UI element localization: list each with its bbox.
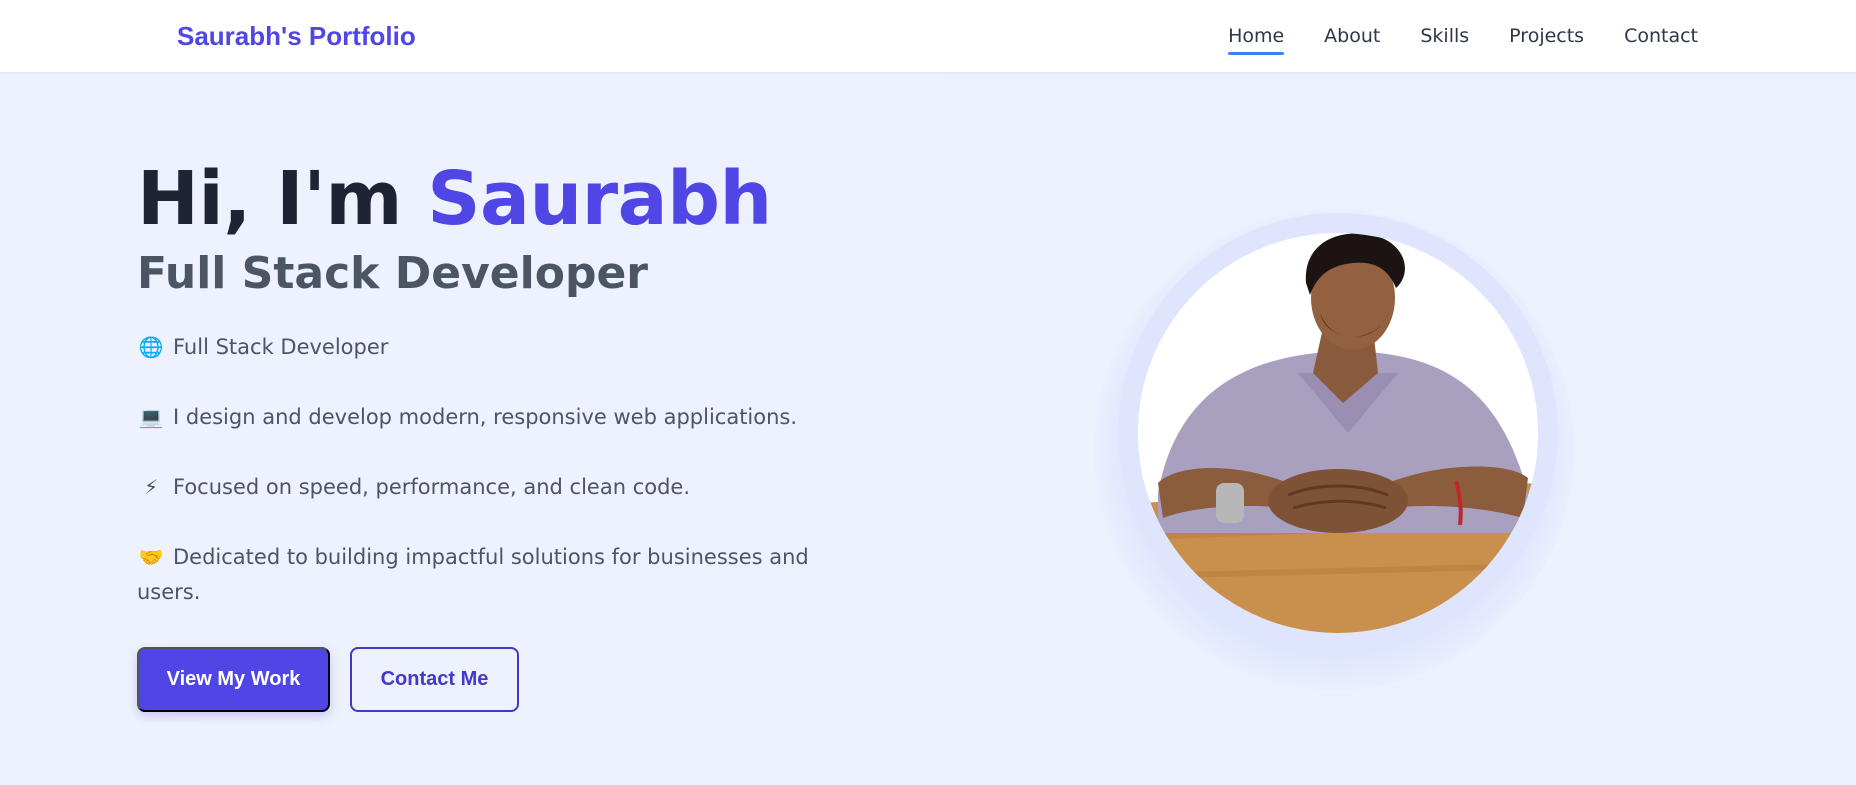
- hero-actions: View My Work Contact Me: [137, 647, 519, 712]
- hero-heading: Hi, I'm Saurabh: [137, 156, 772, 242]
- bullet-text: Focused on speed, performance, and clean…: [173, 475, 691, 499]
- hero-subtitle: Full Stack Developer: [137, 248, 648, 299]
- hero-bullets: 🌐 Full Stack Developer 💻 I design and deve…: [137, 330, 817, 645]
- bullet-text: Full Stack Developer: [173, 335, 389, 359]
- bullet-item: ⚡ Focused on speed, performance, and clea…: [137, 470, 817, 505]
- hero-section: Hi, I'm Saurabh Full Stack Developer 🌐 Fu…: [0, 72, 1856, 785]
- hero-greeting: Hi, I'm: [137, 156, 428, 242]
- bullet-text: Dedicated to building impactful solution…: [137, 545, 809, 604]
- bullet-item: 🌐 Full Stack Developer: [137, 330, 817, 365]
- nav-link-projects[interactable]: Projects: [1509, 21, 1584, 51]
- handshake-icon: 🤝: [138, 545, 164, 569]
- nav-link-about[interactable]: About: [1324, 21, 1380, 51]
- nav-link-home[interactable]: Home: [1228, 21, 1285, 55]
- profile-photo: [1138, 233, 1538, 633]
- contact-me-button[interactable]: Contact Me: [350, 647, 519, 712]
- bullet-item: 💻 I design and develop modern, responsive…: [137, 400, 817, 435]
- lightning-icon: ⚡: [143, 475, 159, 499]
- bullet-item: 🤝 Dedicated to building impactful solutio…: [137, 540, 817, 610]
- navbar: Saurabh's Portfolio Home About Skills Pr…: [0, 0, 1856, 72]
- nav-link-contact[interactable]: Contact: [1624, 21, 1698, 51]
- laptop-icon: 💻: [138, 405, 164, 429]
- view-my-work-button[interactable]: View My Work: [137, 647, 330, 712]
- brand-logo[interactable]: Saurabh's Portfolio: [177, 21, 416, 52]
- nav-links: Home About Skills Projects Contact: [1228, 0, 1698, 72]
- nav-link-skills[interactable]: Skills: [1420, 21, 1469, 51]
- hero-name: Saurabh: [427, 156, 772, 242]
- profile-photo-illustration: [1138, 233, 1538, 633]
- bullet-text: I design and develop modern, responsive …: [173, 405, 798, 429]
- globe-icon: 🌐: [138, 335, 164, 359]
